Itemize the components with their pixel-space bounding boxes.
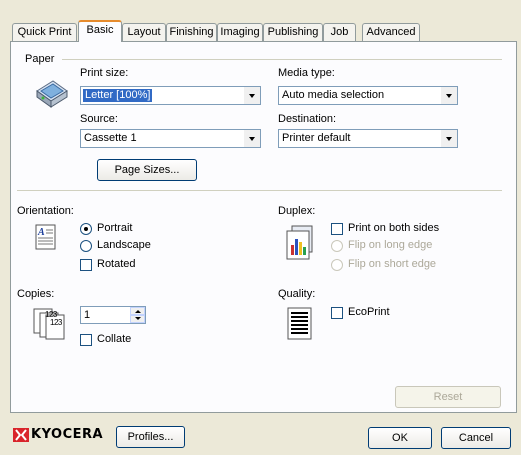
tab-quick-print[interactable]: Quick Print <box>12 23 77 41</box>
rotated-label[interactable]: Rotated <box>97 258 136 270</box>
chevron-down-icon[interactable] <box>243 130 260 147</box>
svg-text:A: A <box>37 227 45 238</box>
chevron-down-icon[interactable] <box>440 130 457 147</box>
copies-value[interactable]: 1 <box>84 309 90 321</box>
tab-job[interactable]: Job <box>323 23 356 41</box>
printer-paper-icon <box>33 77 69 109</box>
print-size-dropdown[interactable]: Letter [100%] <box>80 86 261 105</box>
quality-page-icon <box>287 307 313 341</box>
paper-divider <box>62 59 502 60</box>
portrait-radio[interactable] <box>80 223 92 235</box>
brand-logo-text: KYOCERA <box>31 427 104 442</box>
duplex-pages-icon <box>284 225 316 261</box>
tab-layout[interactable]: Layout <box>122 23 166 41</box>
chevron-down-icon[interactable] <box>440 87 457 104</box>
kyocera-logo-icon <box>13 428 29 442</box>
copies-label: Copies: <box>17 288 55 300</box>
portrait-page-icon: A <box>35 224 57 250</box>
copies-stepper[interactable] <box>130 307 145 323</box>
flip-short-edge-radio[interactable] <box>331 259 343 271</box>
copies-icon-text-b: 123 <box>50 318 62 327</box>
copies-stack-icon: 123 123 <box>33 306 69 340</box>
destination-value: Printer default <box>282 132 351 144</box>
landscape-label[interactable]: Landscape <box>97 239 151 251</box>
landscape-radio[interactable] <box>80 240 92 252</box>
orientation-label: Orientation: <box>17 205 74 217</box>
print-size-value: Letter [100%] <box>83 89 153 102</box>
page-sizes-button[interactable]: Page Sizes... <box>97 159 197 181</box>
arrow-down-icon[interactable] <box>130 315 145 323</box>
tab-advanced[interactable]: Advanced <box>362 23 420 41</box>
print-size-label: Print size: <box>80 67 129 79</box>
paper-group-label: Paper <box>25 53 55 65</box>
quality-label: Quality: <box>278 288 316 300</box>
section-divider <box>17 190 502 191</box>
source-dropdown[interactable]: Cassette 1 <box>80 129 261 148</box>
destination-label: Destination: <box>278 113 337 125</box>
rotated-checkbox[interactable] <box>80 259 92 271</box>
profiles-button[interactable]: Profiles... <box>116 426 185 448</box>
reset-button[interactable]: Reset <box>395 386 501 408</box>
ok-button[interactable]: OK <box>368 427 432 449</box>
print-both-sides-checkbox[interactable] <box>331 223 343 235</box>
media-type-value: Auto media selection <box>282 89 385 101</box>
tab-finishing[interactable]: Finishing <box>166 23 217 41</box>
ecoprint-label[interactable]: EcoPrint <box>348 306 390 318</box>
collate-checkbox[interactable] <box>80 334 92 346</box>
media-type-dropdown[interactable]: Auto media selection <box>278 86 458 105</box>
flip-long-edge-label: Flip on long edge <box>348 239 433 251</box>
print-both-sides-label[interactable]: Print on both sides <box>348 222 439 234</box>
arrow-up-icon[interactable] <box>130 307 145 315</box>
copies-spinner[interactable]: 1 <box>80 306 146 324</box>
media-type-label: Media type: <box>278 67 335 79</box>
duplex-label: Duplex: <box>278 205 316 217</box>
source-label: Source: <box>80 113 118 125</box>
cancel-button[interactable]: Cancel <box>441 427 511 449</box>
ecoprint-checkbox[interactable] <box>331 307 343 319</box>
portrait-label[interactable]: Portrait <box>97 222 132 234</box>
tab-publishing[interactable]: Publishing <box>263 23 323 41</box>
tab-imaging[interactable]: Imaging <box>217 23 263 41</box>
chevron-down-icon[interactable] <box>243 87 260 104</box>
destination-dropdown[interactable]: Printer default <box>278 129 458 148</box>
source-value: Cassette 1 <box>84 132 137 144</box>
tab-basic[interactable]: Basic <box>78 20 122 42</box>
flip-long-edge-radio[interactable] <box>331 240 343 252</box>
flip-short-edge-label: Flip on short edge <box>348 258 437 270</box>
collate-label[interactable]: Collate <box>97 333 131 345</box>
